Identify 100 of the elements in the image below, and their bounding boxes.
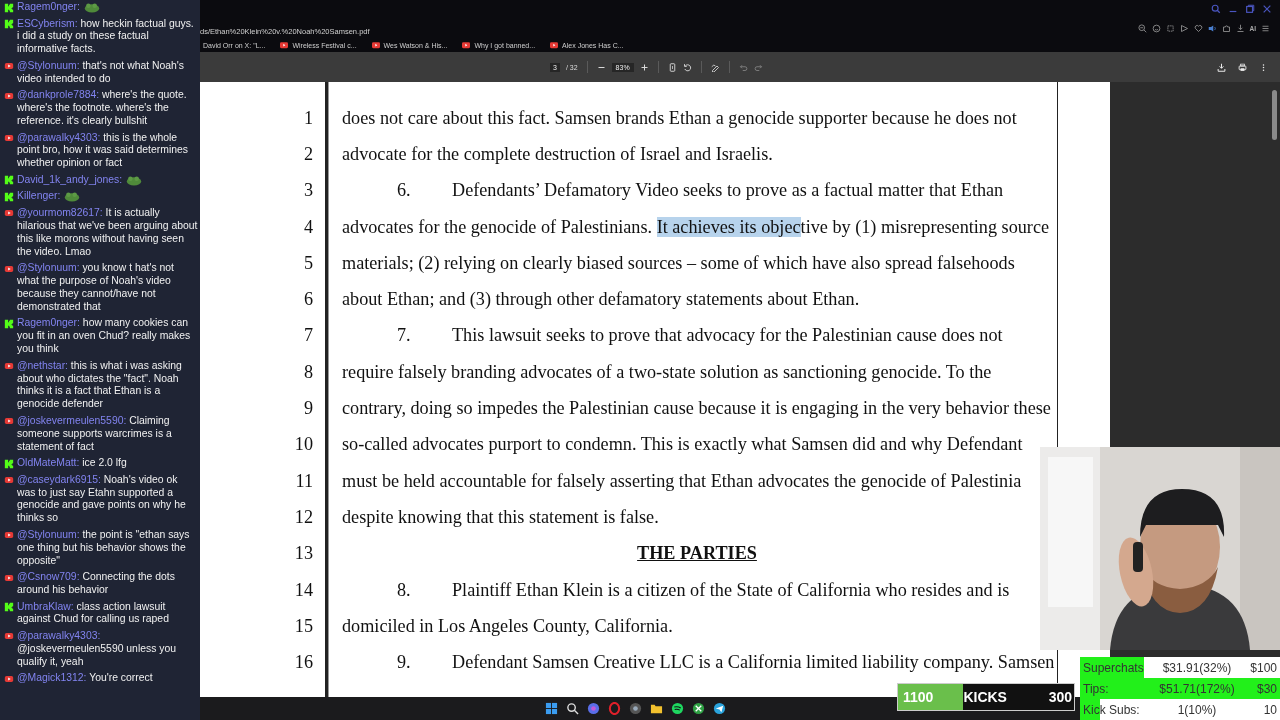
- speaker-icon[interactable]: [1207, 24, 1217, 33]
- kick-icon: [4, 318, 14, 329]
- kick-icon: [4, 2, 14, 13]
- search-icon[interactable]: [566, 702, 579, 715]
- youtube-icon: [371, 42, 380, 49]
- kick-icon: [4, 458, 14, 469]
- document-text: so-called advocates purport to condemn. This is exactly what Samsen did and why Defendant: [342, 434, 1023, 456]
- document-text: advocates for the genocide of Palestinians. It achieves its objective by (1) misrepresenting source: [342, 216, 1050, 238]
- smiley-icon[interactable]: [1151, 24, 1161, 33]
- swirl-icon[interactable]: [587, 702, 600, 715]
- zoom-in-icon[interactable]: [639, 62, 649, 72]
- line-number: 12: [294, 506, 313, 528]
- document-text: require falsely branding advocates of a two-state solution as sanctioning genocide. To the: [342, 361, 992, 383]
- goal-label: Superchats: [1082, 660, 1145, 675]
- kicks-target: 300: [1048, 689, 1072, 705]
- goal-value: $31.91(32%): [1161, 660, 1233, 675]
- kick-icon: [4, 602, 14, 613]
- document-text: Defendant Samsen Creative LLC is a California limited liability company. Samsen: [452, 652, 1055, 674]
- zoom-out-icon[interactable]: [1137, 24, 1147, 33]
- rotate-icon[interactable]: [682, 62, 692, 72]
- chat-message: @Stylonuum: you know t hat's not what the purpose of Noah's video because they cannot/have not demonstrated that: [17, 262, 175, 314]
- close-icon[interactable]: [1262, 4, 1272, 14]
- send-icon[interactable]: [1179, 24, 1189, 33]
- document-text: about Ethan; and (3) through other defamatory statements about Ethan.: [342, 289, 860, 311]
- line-number: 5: [303, 252, 313, 274]
- youtube-icon: [4, 631, 14, 642]
- line-number: 4: [303, 216, 313, 238]
- line-number: 16: [294, 652, 313, 674]
- chat-message: @nethstar: this is what i was asking about who dictates the "fact". Noah thinks it is a fact that Ethan is a genocide defender: [17, 359, 183, 412]
- heart-icon[interactable]: [1193, 24, 1203, 33]
- line-number: 15: [294, 615, 313, 637]
- menu-icon[interactable]: [1261, 24, 1270, 33]
- paragraph-number: 6.: [397, 180, 412, 202]
- kicks-label: KICKS: [963, 689, 1007, 705]
- folder-icon[interactable]: [650, 702, 663, 715]
- youtube-icon: [4, 673, 14, 684]
- redo-icon[interactable]: [753, 62, 763, 72]
- chat-message: @caseydark6915: Noah's video ok was to just say Etahn supported a genocide and gave points on why he thinks so: [17, 473, 187, 526]
- document-text: does not care about this fact. Samsen brands Ethan a genocide supporter because he does not: [342, 107, 1017, 129]
- kick-icon: [4, 191, 14, 202]
- paragraph-number: 8.: [397, 579, 412, 601]
- chat-message: @Stylonuum: that's not what Noah's video intended to do: [17, 59, 185, 86]
- document-text: This lawsuit seeks to prove that advocacy for the Palestinian cause does not: [452, 325, 1003, 347]
- document-text: contrary, doing so impedes the Palestinian cause because it is engaging in the very behavior these: [342, 398, 1051, 419]
- browser-icon[interactable]: [629, 702, 642, 715]
- goal-label: Tips:: [1082, 681, 1110, 696]
- youtube-icon: [4, 208, 14, 219]
- chat-message: @dankprole7884: where's the quote. where's the footnote. where's the reference. it's clearly bullshit: [17, 89, 188, 128]
- youtube-icon: [550, 42, 559, 49]
- document-text: despite knowing that this statement is false.: [342, 506, 659, 528]
- chat-username[interactable]: Ragem0nger:: [17, 1, 80, 14]
- puzzle-icon[interactable]: [1221, 24, 1231, 33]
- youtube-icon: [4, 572, 14, 583]
- document-text: materials; (2) relying on clearly biased sources – some of which have also spread falsehoods: [342, 252, 1015, 274]
- paragraph-number: 7.: [397, 325, 412, 347]
- youtube-icon: [4, 263, 14, 274]
- paper-plane-icon[interactable]: [713, 702, 726, 715]
- line-number: 3: [303, 180, 313, 202]
- undo-icon[interactable]: [738, 62, 748, 72]
- download-icon[interactable]: [1235, 24, 1245, 33]
- goal-target: $100: [1249, 660, 1278, 675]
- chat-username[interactable]: Killenger:: [17, 190, 61, 204]
- chat-message: @parawalky4303: @joskevermeulen5590 unless you qualify it, yeah: [17, 629, 177, 669]
- music-app-icon[interactable]: [671, 702, 684, 715]
- restore-icon[interactable]: [1245, 4, 1255, 14]
- chat-message: @Stylonuum: the point is "ethan says one thing but his behavior shows the opposite": [17, 528, 191, 568]
- paragraph-number: 9.: [397, 652, 412, 674]
- document-text: must be held accountable for falsely asserting that Ethan advocates the genocide of Palestinia: [342, 470, 1022, 492]
- chat-message: @joskevermeulen5590: Claiming someone supports warcrimes is a statement of fact: [17, 414, 173, 454]
- annotate-icon[interactable]: [710, 62, 720, 72]
- document-text: Defendants’ Defamatory Video seeks to prove as a factual matter that Ethan: [452, 180, 1004, 202]
- windows-icon[interactable]: [545, 702, 558, 715]
- chat-message: @yourmom82617: It is actually hilarious that we've been arguing about this like morons without having seen the video. Lmao: [17, 206, 198, 259]
- print-icon[interactable]: [1238, 62, 1247, 72]
- line-number: 7: [303, 325, 313, 347]
- youtube-icon: [4, 475, 14, 486]
- ring-icon[interactable]: [608, 702, 621, 715]
- line-number: 6: [303, 289, 313, 311]
- goal-target: $30: [1255, 681, 1278, 696]
- youtube-icon: [4, 416, 14, 427]
- line-number: 8: [303, 361, 313, 383]
- kick-icon: [4, 175, 14, 186]
- kick-icon: [4, 19, 14, 29]
- scrollbar-thumb[interactable]: [1272, 90, 1277, 140]
- chat-username[interactable]: David_1k_andy_jones:: [17, 173, 123, 187]
- line-number: 11: [295, 470, 313, 492]
- game-icon[interactable]: [692, 702, 705, 715]
- youtube-icon: [4, 361, 14, 372]
- chat-message: UmbraKlaw: class action lawsuit against Chud for calling us raped: [17, 600, 170, 627]
- fit-page-icon[interactable]: [667, 62, 677, 72]
- document-text: Plaintiff Ethan Klein is a citizen of the State of California who resides and is: [452, 579, 1010, 601]
- crop-icon[interactable]: [1165, 24, 1175, 33]
- youtube-icon: [4, 90, 14, 101]
- kicks-current: 1100: [903, 689, 934, 705]
- line-number: 9: [303, 398, 313, 419]
- chat-message: Ragem0nger: how many cookies can you fit in an oven Chud? really makes you think: [17, 317, 192, 356]
- document-text: domiciled in Los Angeles County, California.: [342, 615, 673, 637]
- youtube-icon: [4, 61, 14, 72]
- youtube-icon: [280, 42, 289, 49]
- line-number: 10: [294, 434, 313, 456]
